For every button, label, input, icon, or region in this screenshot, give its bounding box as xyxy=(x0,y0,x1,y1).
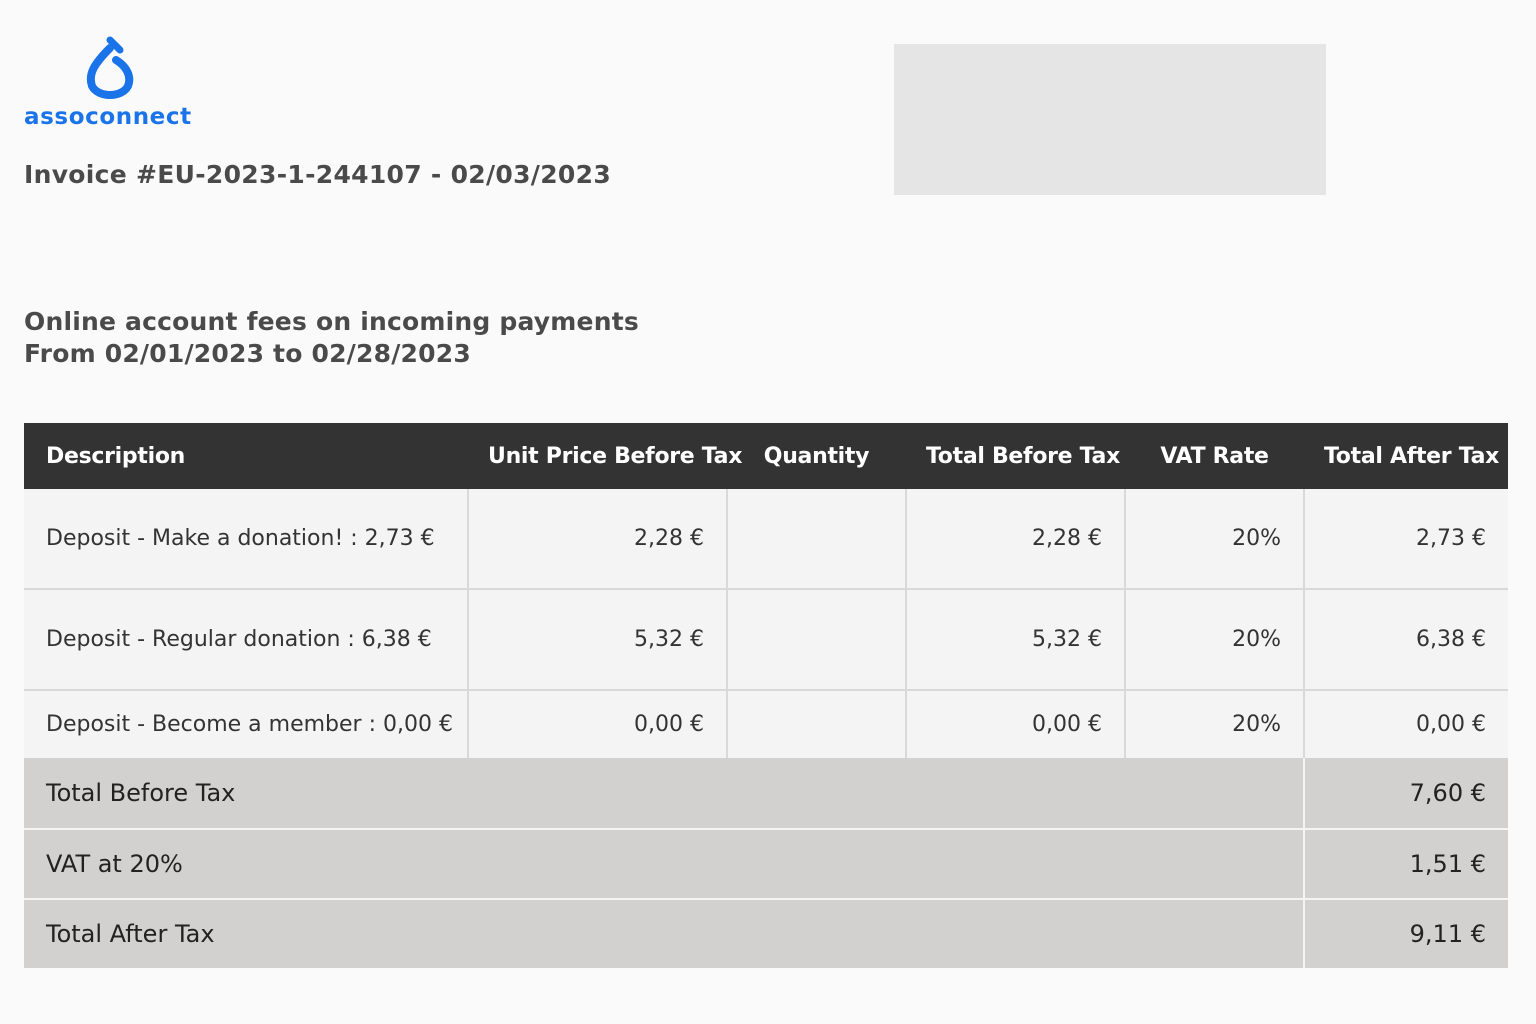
invoice-table: Description Unit Price Before Tax Quanti… xyxy=(24,423,1508,968)
row-total-before-tax: 2,28 € xyxy=(906,489,1126,590)
vat-label: VAT at 20% xyxy=(24,828,1304,899)
total-before-tax-label: Total Before Tax xyxy=(24,758,1304,829)
brand-name: assoconnect xyxy=(24,104,192,130)
header-unit-price: Unit Price Before Tax xyxy=(468,423,742,489)
totals-row-vat: VAT at 20% 1,51 € xyxy=(24,828,1508,899)
row-description: Deposit - Regular donation : 6,38 € xyxy=(24,589,469,691)
subtitle-fee-description: Online account fees on incoming payments xyxy=(24,307,639,336)
header-total-before-tax: Total Before Tax xyxy=(906,423,1125,489)
vat-value: 1,51 € xyxy=(1303,828,1508,899)
invoice-subtitle: Online account fees on incoming payments… xyxy=(24,306,639,370)
row-vat-rate: 20% xyxy=(1125,589,1305,691)
row-vat-rate: 20% xyxy=(1125,690,1305,758)
row-total-after-tax: 0,00 € xyxy=(1304,690,1508,758)
total-after-tax-value: 9,11 € xyxy=(1303,898,1508,968)
row-total-after-tax: 6,38 € xyxy=(1304,589,1508,691)
row-total-after-tax: 2,73 € xyxy=(1304,489,1508,590)
brand-logo: assoconnect xyxy=(24,34,196,134)
header-total-after-tax: Total After Tax xyxy=(1304,423,1508,489)
totals-row-before-tax: Total Before Tax 7,60 € xyxy=(24,758,1508,829)
row-unit-price: 2,28 € xyxy=(468,489,728,590)
total-before-tax-value: 7,60 € xyxy=(1303,758,1508,829)
table-row: Deposit - Become a member : 0,00 € 0,00 … xyxy=(24,690,1508,758)
row-vat-rate: 20% xyxy=(1125,489,1305,590)
header-vat-rate: VAT Rate xyxy=(1125,423,1304,489)
table-header-row: Description Unit Price Before Tax Quanti… xyxy=(24,423,1508,489)
assoconnect-logo-icon xyxy=(86,36,134,99)
row-description: Deposit - Make a donation! : 2,73 € xyxy=(24,489,469,590)
invoice-title: Invoice #EU-2023-1-244107 - 02/03/2023 xyxy=(24,160,612,189)
row-unit-price: 0,00 € xyxy=(468,690,728,758)
totals-row-after-tax: Total After Tax 9,11 € xyxy=(24,898,1508,968)
redacted-address-block xyxy=(894,44,1326,195)
table-row: Deposit - Regular donation : 6,38 € 5,32… xyxy=(24,589,1508,691)
row-total-before-tax: 5,32 € xyxy=(906,589,1126,691)
table-row: Deposit - Make a donation! : 2,73 € 2,28… xyxy=(24,489,1508,590)
row-quantity xyxy=(727,690,907,758)
subtitle-period: From 02/01/2023 to 02/28/2023 xyxy=(24,339,471,368)
header-quantity: Quantity xyxy=(727,423,906,489)
row-description: Deposit - Become a member : 0,00 € xyxy=(24,690,469,758)
row-quantity xyxy=(727,589,907,691)
header-description: Description xyxy=(24,423,468,489)
row-unit-price: 5,32 € xyxy=(468,589,728,691)
row-quantity xyxy=(727,489,907,590)
row-total-before-tax: 0,00 € xyxy=(906,690,1126,758)
total-after-tax-label: Total After Tax xyxy=(24,898,1304,968)
